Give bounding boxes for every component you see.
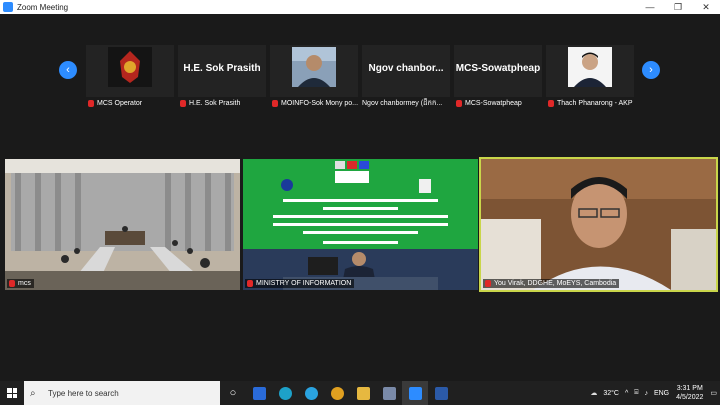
system-tray: ☁ 32°C ^ ⌸ ♪ ENG 3:31 PM 4/5/2022 ▭ — [587, 384, 720, 402]
participant-caption: Ngov chanbormey (ដឹកក... — [362, 99, 443, 107]
gallery-next-button[interactable]: › — [642, 61, 660, 79]
meeting-area: ‹ › MCS Operator H.E. Sok Prasith H.E. S… — [0, 14, 720, 381]
task-view-button[interactable]: ○ — [220, 381, 246, 405]
video-label: MINISTRY OF INFORMATION — [245, 279, 355, 288]
conference-room-video — [5, 159, 240, 290]
chevron-up-icon[interactable]: ^ — [625, 390, 628, 397]
mcs-logo-icon — [108, 47, 152, 87]
gallery-prev-button[interactable]: ‹ — [59, 61, 77, 79]
participant-tile[interactable]: MCS-Sowatpheap MCS-Sowatpheap — [454, 45, 542, 107]
weather-icon: ☁ — [590, 390, 598, 397]
restore-button[interactable]: ❐ — [664, 0, 692, 14]
muted-mic-icon — [456, 100, 462, 107]
edge-icon — [278, 386, 292, 400]
participant-caption: MOINFO-Sok Mony po... — [270, 98, 362, 109]
video-tile-you-virak[interactable]: You Virak, DDGHE, MoEYS, Cambodia — [479, 157, 718, 292]
participant-photo — [292, 47, 336, 87]
file-explorer-icon — [356, 386, 370, 400]
muted-mic-icon — [180, 100, 186, 107]
telegram-icon — [304, 386, 318, 400]
search-icon: ⌕ — [30, 387, 36, 399]
chevron-right-icon: › — [649, 64, 653, 76]
video-label: You Virak, DDGHE, MoEYS, Cambodia — [483, 279, 620, 288]
taskbar-search[interactable]: ⌕ Type here to search — [24, 381, 220, 405]
snipping-tool-icon — [252, 386, 266, 400]
network-icon[interactable]: ⌸ — [634, 389, 638, 397]
start-button[interactable] — [0, 381, 24, 405]
participant-tile[interactable]: H.E. Sok Prasith H.E. Sok Prasith — [178, 45, 266, 107]
task-view-icon: ○ — [229, 387, 237, 399]
participant-caption: MCS Operator — [86, 98, 178, 109]
participant-tile[interactable]: MOINFO-Sok Mony po... — [270, 45, 358, 107]
zoom-app-icon — [3, 2, 13, 12]
photos-icon — [382, 386, 396, 400]
notification-icon[interactable]: ▭ — [710, 389, 717, 397]
muted-mic-icon — [548, 100, 554, 107]
volume-icon[interactable]: ♪ — [644, 390, 648, 397]
video-label: mcs — [7, 279, 34, 288]
taskbar-app[interactable] — [350, 381, 376, 405]
muted-mic-icon — [9, 280, 15, 287]
video-tile-mcs[interactable]: mcs — [5, 159, 240, 290]
participant-caption: H.E. Sok Prasith — [178, 98, 270, 109]
window-title: Zoom Meeting — [17, 2, 69, 12]
participant-tile[interactable]: Ngov chanbor... Ngov chanbormey (ដឹកក... — [362, 45, 450, 107]
video-tile-ministry[interactable]: MINISTRY OF INFORMATION — [243, 159, 478, 290]
clock-date: 4/5/2022 — [676, 394, 704, 401]
participant-caption: MCS-Sowatpheap — [454, 98, 546, 109]
participant-tile[interactable]: Thach Phanarong - AKP — [546, 45, 634, 107]
participant-tile[interactable]: MCS Operator — [86, 45, 174, 107]
minimize-button[interactable]: — — [636, 0, 664, 14]
close-button[interactable]: ✕ — [692, 0, 720, 14]
language-indicator[interactable]: ENG — [654, 390, 669, 397]
chevron-left-icon: ‹ — [66, 64, 70, 76]
participant-photo — [568, 47, 612, 87]
taskbar-app[interactable] — [324, 381, 350, 405]
muted-mic-icon — [247, 280, 253, 287]
muted-mic-icon — [485, 280, 491, 287]
zoom-icon — [408, 386, 422, 400]
muted-mic-icon — [272, 100, 278, 107]
taskbar-app[interactable] — [428, 381, 454, 405]
windows-logo-icon — [7, 388, 17, 398]
taskbar-app[interactable] — [272, 381, 298, 405]
taskbar-app-active[interactable] — [402, 381, 428, 405]
windows-taskbar: ⌕ Type here to search ○ ☁ 32°C ^ ⌸ ♪ ENG… — [0, 381, 720, 405]
participant-caption: Thach Phanarong - AKP — [546, 98, 638, 109]
taskbar-app[interactable] — [246, 381, 272, 405]
weather-temperature[interactable]: 32°C — [603, 390, 619, 397]
speaker-video — [481, 159, 716, 290]
taskbar-app[interactable] — [376, 381, 402, 405]
ministry-presentation-video — [243, 159, 478, 290]
title-bar: Zoom Meeting — ❐ ✕ — [0, 0, 720, 14]
word-icon — [434, 386, 448, 400]
taskbar-clock[interactable]: 3:31 PM 4/5/2022 — [676, 384, 703, 402]
clock-time: 3:31 PM — [676, 385, 703, 392]
muted-mic-icon — [88, 100, 94, 107]
chrome-icon — [330, 386, 344, 400]
taskbar-app[interactable] — [298, 381, 324, 405]
window-controls: — ❐ ✕ — [636, 0, 720, 14]
